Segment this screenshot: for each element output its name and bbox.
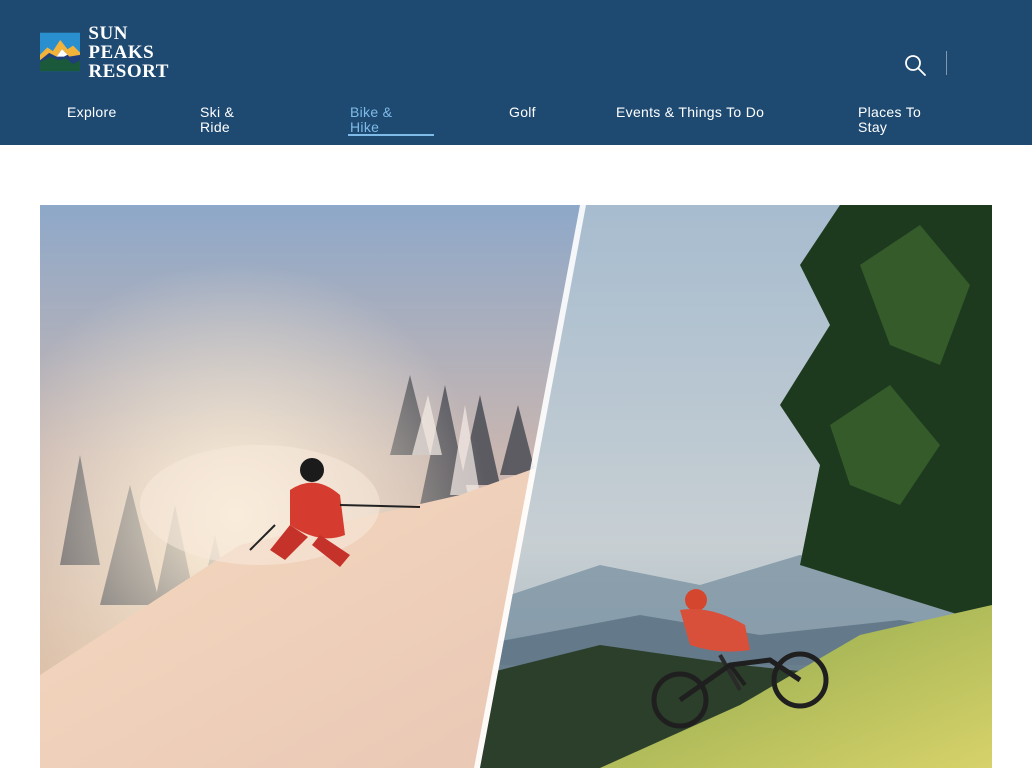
- nav-item-golf[interactable]: Golf: [509, 105, 559, 120]
- nav-item-places-to-stay[interactable]: Places To Stay: [858, 105, 948, 135]
- sun-peaks-logo[interactable]: SUN PEAKS RESORT: [40, 24, 190, 81]
- nav-item-ski-ride[interactable]: Ski & Ride: [200, 105, 262, 135]
- hero-photo: [40, 205, 992, 768]
- active-nav-indicator: [348, 134, 434, 136]
- logo-line2: RESORT: [88, 60, 169, 82]
- nav-item-events[interactable]: Events & Things To Do: [616, 105, 776, 120]
- sun-peaks-logo-mark: [40, 32, 81, 72]
- logo-wordmark: SUN PEAKS RESORT: [88, 24, 190, 81]
- header-divider: [946, 51, 947, 75]
- nav-item-explore[interactable]: Explore: [67, 105, 137, 120]
- site-header: SUN PEAKS RESORT Explore Ski & Ride Bike…: [0, 0, 1032, 145]
- nav-item-bike-hike[interactable]: Bike & Hike: [350, 105, 412, 135]
- logo-line1: SUN PEAKS: [88, 22, 155, 63]
- hero-image: [40, 205, 992, 768]
- search-icon[interactable]: [903, 53, 927, 77]
